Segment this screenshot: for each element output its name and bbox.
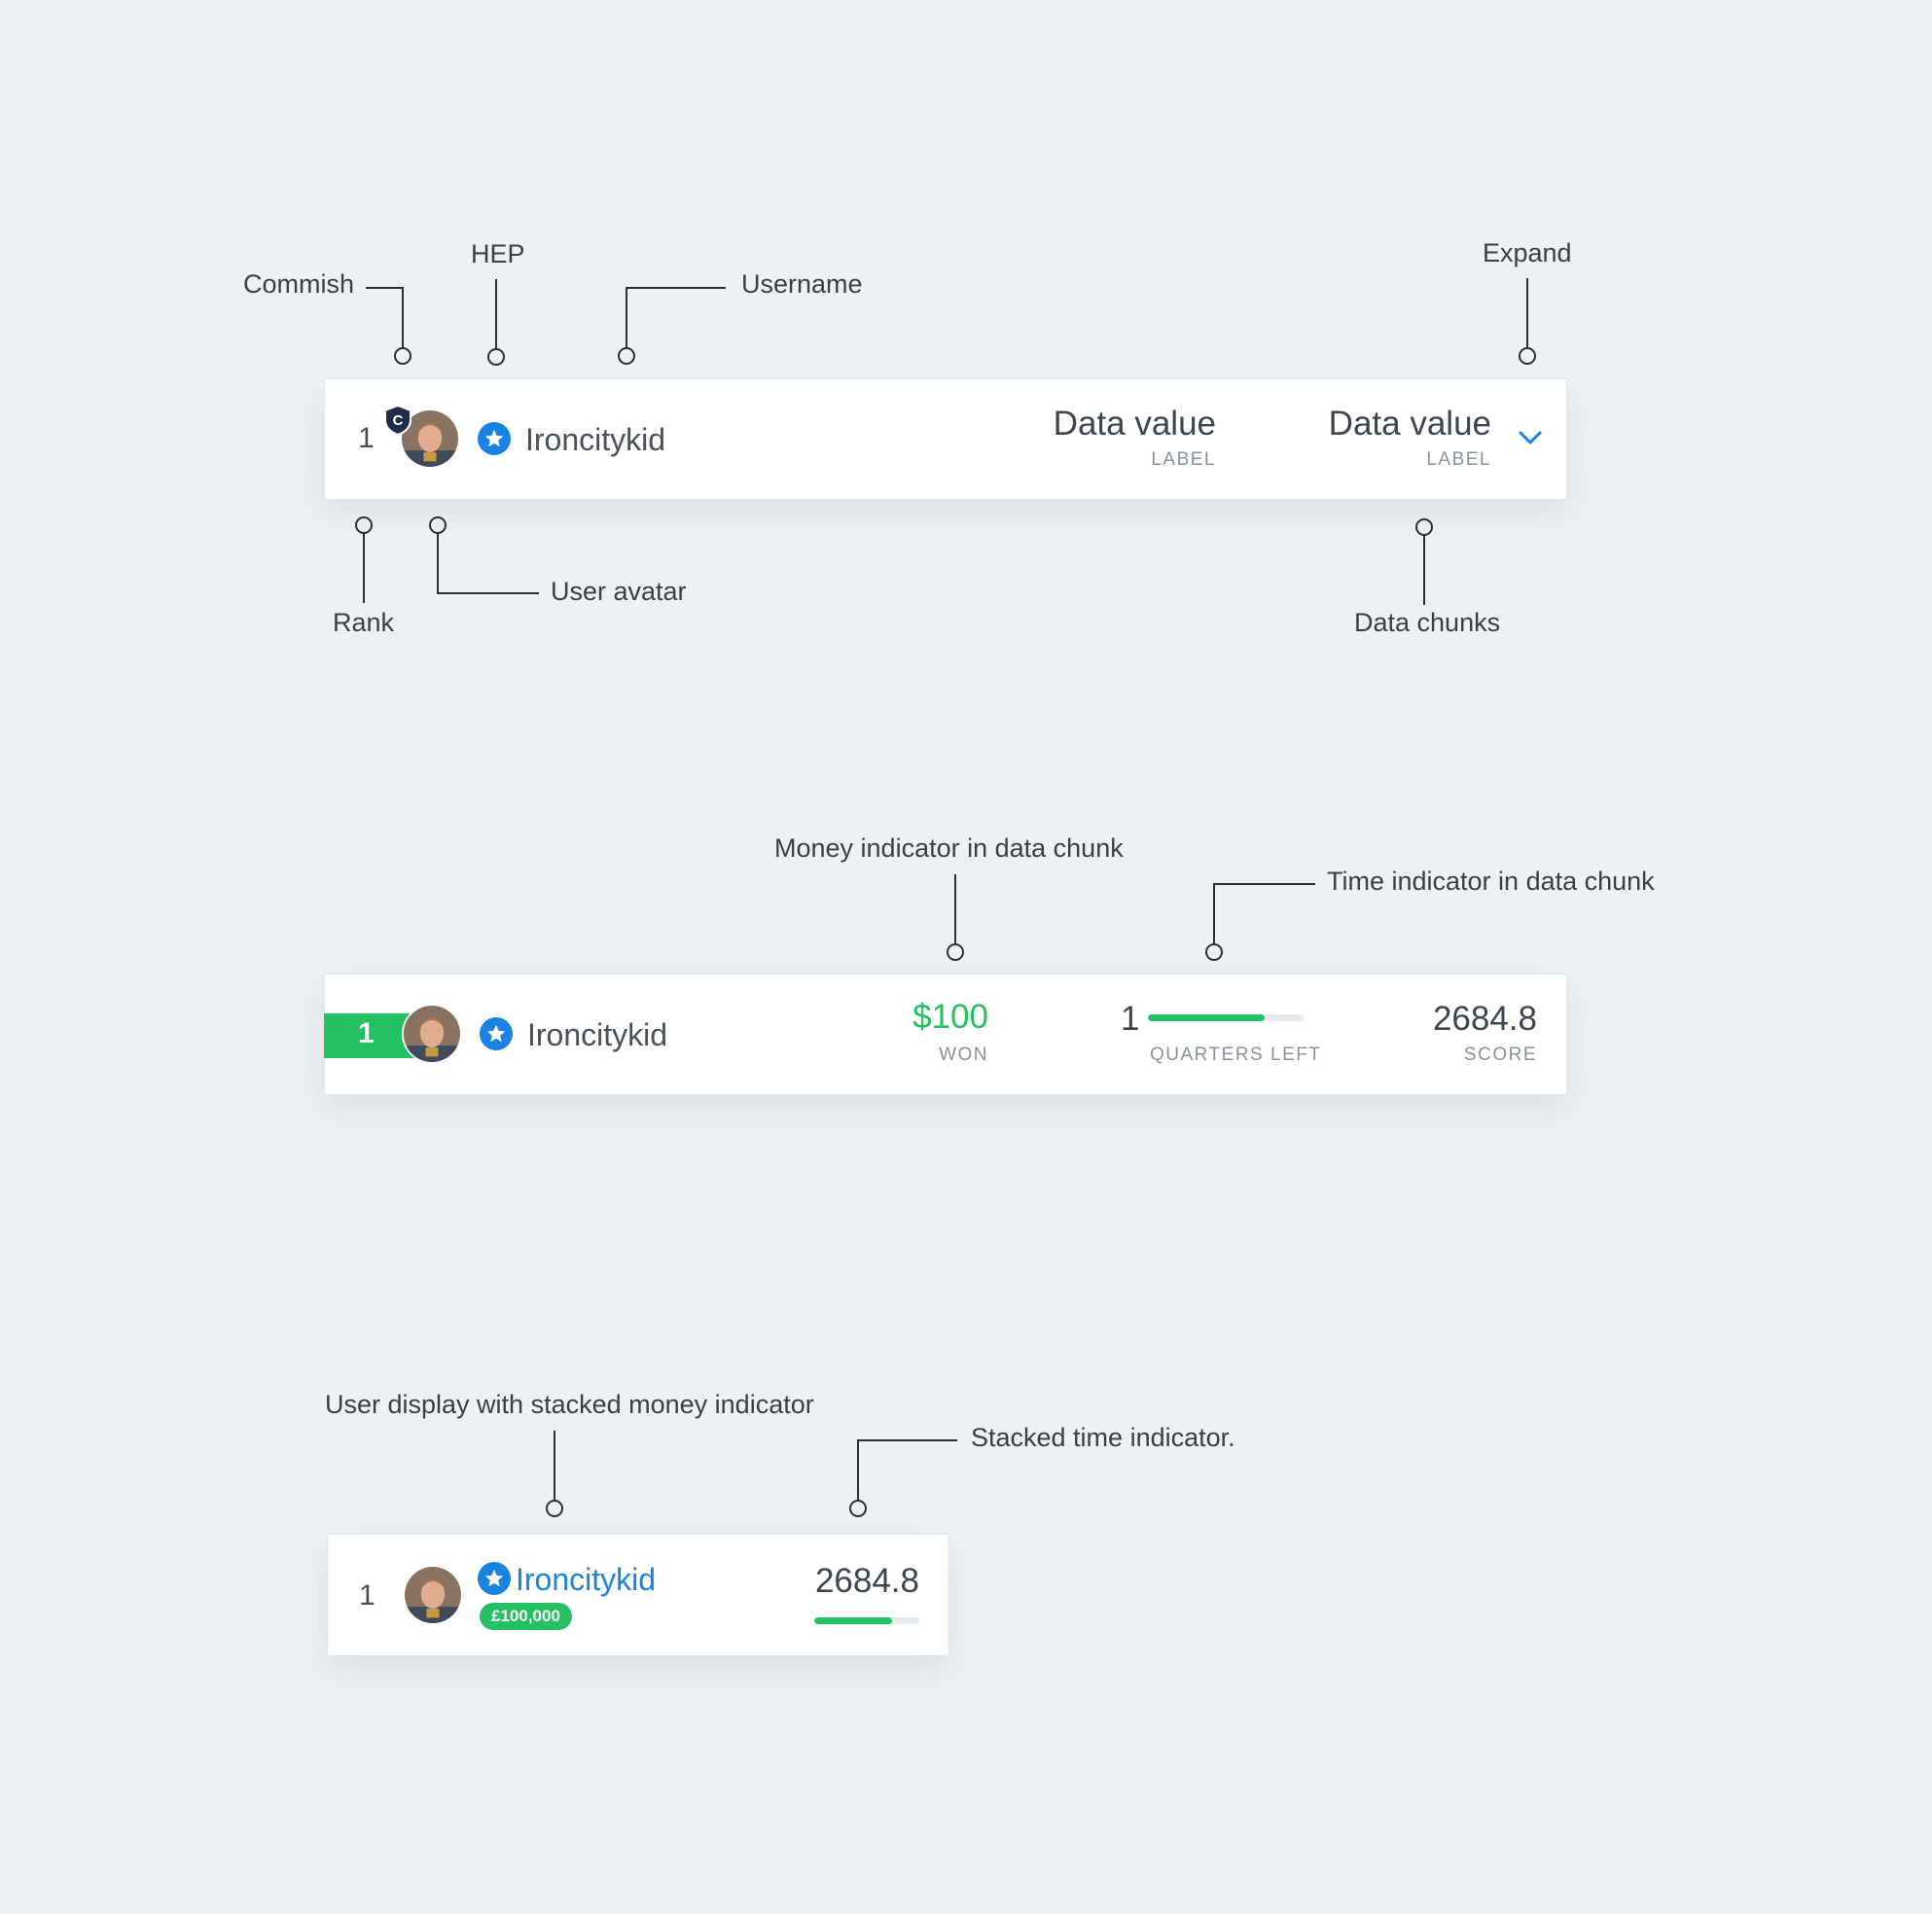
commish-shield-icon: C (383, 404, 412, 437)
time-anchor (1205, 943, 1223, 961)
username-anchor (618, 347, 635, 365)
time-progress-bar (1148, 1014, 1304, 1021)
stacked-money-anchor (546, 1500, 563, 1517)
time-value: 1 (1121, 1000, 1140, 1038)
callout-rank: Rank (333, 608, 395, 637)
rank: 1 (358, 422, 375, 454)
rank-anchor (355, 516, 373, 534)
callout-user-avatar: User avatar (551, 577, 687, 606)
username[interactable]: Ironcitykid (525, 422, 665, 458)
hep-anchor (487, 348, 505, 366)
callout-stacked-money: User display with stacked money indicato… (325, 1390, 814, 1419)
avatar-leader (437, 533, 539, 594)
rank: 1 (359, 1579, 376, 1612)
time-progress-fill (1148, 1014, 1265, 1021)
chevron-down-icon[interactable] (1518, 428, 1543, 447)
star-badge-icon (478, 422, 511, 455)
callout-commish: Commish (243, 269, 355, 299)
star-badge-icon (480, 1017, 513, 1050)
expand-anchor (1519, 347, 1536, 365)
star-badge-icon (478, 1562, 511, 1595)
commish-anchor (394, 347, 411, 365)
leaderboard-row-live[interactable]: 1 Ironcitykid $100 WON 1 QUARTERS LEFT 2… (324, 974, 1567, 1095)
money-value: $100 (912, 998, 988, 1036)
stacked-time-leader (857, 1439, 957, 1501)
time-leader (1213, 883, 1315, 944)
time-label: QUARTERS LEFT (1150, 1045, 1322, 1065)
score-value: 2684.8 (1432, 1000, 1537, 1038)
rank: 1 (358, 1017, 375, 1049)
avatar-image (404, 1006, 460, 1062)
commish-leader (366, 287, 404, 348)
avatar[interactable] (402, 1004, 462, 1064)
stacked-time-anchor (849, 1500, 867, 1517)
money-anchor (947, 943, 964, 961)
money-badge: £100,000 (480, 1603, 572, 1630)
callout-stacked-time: Stacked time indicator. (971, 1423, 1235, 1452)
callout-time-indicator: Time indicator in data chunk (1327, 867, 1655, 896)
annotated-diagram: Commish HEP Username Expand Rank User av… (0, 0, 1932, 1914)
commish-letter: C (393, 412, 404, 429)
username-leader (626, 287, 726, 348)
callout-data-chunks: Data chunks (1354, 608, 1501, 637)
username[interactable]: Ironcitykid (527, 1017, 667, 1053)
score-value: 2684.8 (814, 1562, 919, 1600)
avatar[interactable] (403, 1565, 463, 1625)
stacked-time-bar (814, 1617, 919, 1624)
avatar-anchor (429, 516, 447, 534)
stacked-time-fill (814, 1617, 892, 1624)
money-label: WON (939, 1045, 988, 1065)
data-chunk-2-value: Data value (1328, 405, 1491, 443)
callout-money-indicator: Money indicator in data chunk (774, 833, 1124, 863)
avatar-image (405, 1567, 461, 1623)
data-chunk-1-label: LABEL (1151, 449, 1216, 470)
leaderboard-row-default[interactable]: 1 C Ironcitykid Data value LABEL Data va… (324, 378, 1567, 500)
callout-username: Username (741, 269, 863, 299)
data-chunk-1-value: Data value (1053, 405, 1216, 443)
callout-hep: HEP (471, 239, 525, 268)
leaderboard-row-stacked[interactable]: 1 Ironcitykid £100,000 2684.8 (327, 1534, 949, 1656)
score-label: SCORE (1463, 1045, 1537, 1065)
username[interactable]: Ironcitykid (516, 1562, 656, 1598)
data-chunk-2-label: LABEL (1426, 449, 1491, 470)
data-chunks-anchor (1415, 518, 1433, 536)
callout-expand: Expand (1483, 238, 1572, 267)
